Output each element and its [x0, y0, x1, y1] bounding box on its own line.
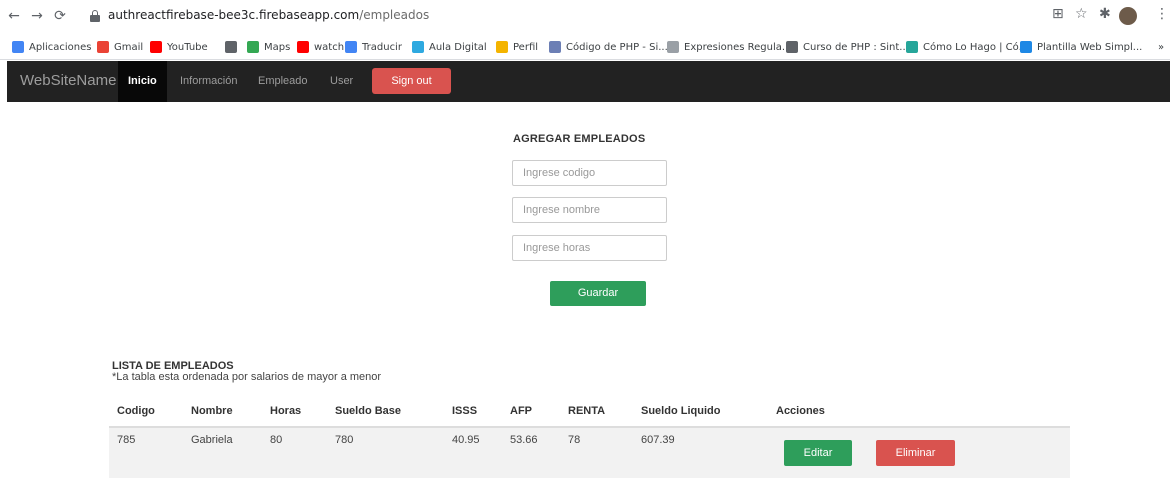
bookmark-7[interactable]: Aula Digital [412, 40, 487, 54]
bookmark-label: Expresiones Regula... [684, 41, 792, 53]
bookmark-5[interactable]: watch [297, 40, 344, 54]
star-icon[interactable]: ☆ [1075, 6, 1088, 22]
comolohago-icon [906, 41, 918, 53]
more-bookmarks-icon[interactable]: » [1158, 40, 1164, 54]
nav-item-inicio[interactable]: Inicio [118, 61, 167, 102]
cell-afp: 53.66 [510, 434, 538, 446]
url-text: authreactfirebase-bee3c.firebaseapp.com/… [108, 8, 430, 22]
bookmarks-bar: Aplicaciones Gmail YouTube Maps watch Traduci… [0, 34, 1170, 60]
nav-item-informacion[interactable]: Información [170, 61, 247, 102]
maps-icon [247, 41, 259, 53]
bookmark-label: watch [314, 41, 345, 53]
cell-sueldo-liquido: 607.39 [641, 434, 675, 446]
eliminar-button[interactable]: Eliminar [876, 440, 955, 466]
nav-item-user[interactable]: User [320, 61, 363, 102]
translate-page-icon[interactable]: ⊞ [1052, 6, 1064, 22]
column-header-acciones: Acciones [776, 405, 825, 417]
extensions-icon[interactable]: ✱ [1099, 6, 1111, 22]
guardar-button[interactable]: Guardar [550, 281, 646, 306]
bookmark-label: Traducir [362, 41, 402, 53]
forward-arrow-icon[interactable]: → [29, 8, 45, 24]
bookmark-label: Maps [264, 41, 291, 53]
editar-button[interactable]: Editar [784, 440, 852, 466]
column-header-isss: ISSS [452, 405, 478, 417]
regex-icon [667, 41, 679, 53]
column-header-horas: Horas [270, 405, 302, 417]
back-arrow-icon[interactable]: ← [6, 8, 22, 24]
column-header-codigo: Codigo [117, 405, 155, 417]
form-title: AGREGAR EMPLEADOS [513, 133, 646, 145]
cell-horas: 80 [270, 434, 283, 446]
bookmark-label: Aplicaciones [29, 41, 92, 53]
reload-icon[interactable]: ⟳ [52, 8, 68, 24]
bookmark-10[interactable]: Expresiones Regula... [667, 40, 791, 54]
browser-toolbar: ← → ⟳ authreactfirebase-bee3c.firebaseap… [0, 0, 1170, 34]
bookmark-13[interactable]: Plantilla Web Simpl... [1020, 40, 1142, 54]
perfil-icon [496, 41, 508, 53]
horas-input[interactable] [512, 235, 667, 261]
column-header-renta: RENTA [568, 405, 606, 417]
bookmark-label: Gmail [114, 41, 144, 53]
profile-avatar[interactable] [1119, 7, 1137, 25]
cell-isss: 40.95 [452, 434, 480, 446]
lock-icon [90, 10, 100, 22]
bookmark-label: Aula Digital [429, 41, 487, 53]
column-header-afp: AFP [510, 405, 532, 417]
bookmark-12[interactable]: Cómo Lo Hago | Có... [906, 40, 1028, 54]
bookmark-label: Plantilla Web Simpl... [1037, 41, 1143, 53]
bookmark-3[interactable] [225, 40, 242, 54]
nav-item-empleado[interactable]: Empleado [248, 61, 318, 102]
cell-nombre: Gabriela [191, 434, 233, 446]
youtube-icon [150, 41, 162, 53]
plantilla-icon [1020, 41, 1032, 53]
bookmark-4[interactable]: Maps [247, 40, 290, 54]
aula-icon [412, 41, 424, 53]
bookmark-6[interactable]: Traducir [345, 40, 402, 54]
brand-link[interactable]: WebSiteName [20, 72, 116, 89]
globe-icon [225, 41, 237, 53]
cell-renta: 78 [568, 434, 581, 446]
nombre-input[interactable] [512, 197, 667, 223]
bookmark-1[interactable]: Gmail [97, 40, 143, 54]
bookmark-label: Código de PHP - Si... [566, 41, 668, 53]
bookmark-11[interactable]: Curso de PHP : Sint... [786, 40, 909, 54]
apps-grid-icon [12, 41, 24, 53]
bookmark-label: Curso de PHP : Sint... [803, 41, 909, 53]
cell-sueldo-base: 780 [335, 434, 354, 446]
bookmark-9[interactable]: Código de PHP - Si... [549, 40, 668, 54]
bookmark-2[interactable]: YouTube [150, 40, 208, 54]
globe-icon [786, 41, 798, 53]
menu-kebab-icon[interactable]: ⋮ [1155, 6, 1169, 22]
gmail-icon [97, 41, 109, 53]
bookmark-0[interactable]: Aplicaciones [12, 40, 91, 54]
php-icon [549, 41, 561, 53]
site-navbar: WebSiteName Inicio Información Empleado … [7, 61, 1170, 102]
bookmark-8[interactable]: Perfil [496, 40, 538, 54]
bookmark-label: YouTube [167, 41, 208, 53]
cell-codigo: 785 [117, 434, 136, 446]
list-note: *La tabla esta ordenada por salarios de … [112, 371, 382, 383]
sign-out-button[interactable]: Sign out [372, 68, 451, 94]
column-header-nombre: Nombre [191, 405, 233, 417]
column-header-sueldo-base: Sueldo Base [335, 405, 402, 417]
bookmark-label: Cómo Lo Hago | Có... [923, 41, 1029, 53]
address-bar[interactable]: authreactfirebase-bee3c.firebaseapp.com/… [90, 5, 1130, 29]
column-header-sueldo-liquido: Sueldo Liquido [641, 405, 721, 417]
translate-icon [345, 41, 357, 53]
youtube-icon [297, 41, 309, 53]
bookmark-label: Perfil [513, 41, 539, 53]
codigo-input[interactable] [512, 160, 667, 186]
